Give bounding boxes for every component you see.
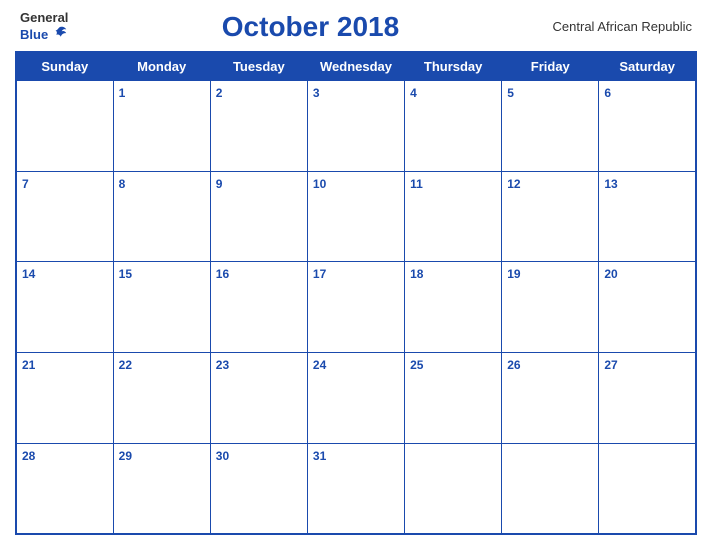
day-number: 19	[507, 267, 520, 281]
calendar-cell: 30	[210, 443, 307, 534]
calendar-cell: 7	[16, 171, 113, 262]
calendar-cell: 1	[113, 81, 210, 172]
calendar-cell: 17	[307, 262, 404, 353]
day-number: 24	[313, 358, 326, 372]
day-number: 16	[216, 267, 229, 281]
day-number: 7	[22, 177, 29, 191]
country-label: Central African Republic	[553, 19, 692, 34]
calendar-cell: 18	[405, 262, 502, 353]
calendar-header: General Blue October 2018 Central Africa…	[15, 10, 697, 43]
calendar-cell: 3	[307, 81, 404, 172]
logo-bird-icon	[50, 25, 68, 43]
calendar-week-row: 1 2 3 4 5 6	[16, 81, 696, 172]
header-thursday: Thursday	[405, 52, 502, 81]
calendar-cell: 16	[210, 262, 307, 353]
day-number: 9	[216, 177, 223, 191]
header-sunday: Sunday	[16, 52, 113, 81]
day-number: 12	[507, 177, 520, 191]
calendar-week-row: 28 29 30 31	[16, 443, 696, 534]
calendar-cell: 5	[502, 81, 599, 172]
day-number: 20	[604, 267, 617, 281]
day-number: 1	[119, 86, 126, 100]
day-number: 30	[216, 449, 229, 463]
calendar-container: General Blue October 2018 Central Africa…	[0, 0, 712, 550]
calendar-cell: 31	[307, 443, 404, 534]
day-number: 17	[313, 267, 326, 281]
header-wednesday: Wednesday	[307, 52, 404, 81]
calendar-cell	[405, 443, 502, 534]
day-number: 21	[22, 358, 35, 372]
month-title: October 2018	[68, 11, 552, 43]
day-number: 5	[507, 86, 514, 100]
calendar-cell	[502, 443, 599, 534]
calendar-table: Sunday Monday Tuesday Wednesday Thursday…	[15, 51, 697, 535]
day-number: 29	[119, 449, 132, 463]
day-number: 14	[22, 267, 35, 281]
calendar-cell: 25	[405, 353, 502, 444]
calendar-cell: 20	[599, 262, 696, 353]
header-monday: Monday	[113, 52, 210, 81]
calendar-cell: 28	[16, 443, 113, 534]
header-saturday: Saturday	[599, 52, 696, 81]
header-tuesday: Tuesday	[210, 52, 307, 81]
logo-blue-text: Blue	[20, 25, 68, 43]
calendar-cell: 19	[502, 262, 599, 353]
calendar-cell: 8	[113, 171, 210, 262]
weekday-header-row: Sunday Monday Tuesday Wednesday Thursday…	[16, 52, 696, 81]
day-number: 25	[410, 358, 423, 372]
calendar-cell: 15	[113, 262, 210, 353]
calendar-week-row: 14 15 16 17 18 19 20	[16, 262, 696, 353]
calendar-week-row: 7 8 9 10 11 12 13	[16, 171, 696, 262]
day-number: 8	[119, 177, 126, 191]
day-number: 27	[604, 358, 617, 372]
calendar-cell: 27	[599, 353, 696, 444]
day-number: 15	[119, 267, 132, 281]
calendar-cell: 29	[113, 443, 210, 534]
day-number: 11	[410, 177, 423, 191]
calendar-cell: 11	[405, 171, 502, 262]
calendar-cell: 23	[210, 353, 307, 444]
calendar-cell: 9	[210, 171, 307, 262]
calendar-cell: 4	[405, 81, 502, 172]
day-number: 2	[216, 86, 223, 100]
calendar-cell	[16, 81, 113, 172]
day-number: 13	[604, 177, 617, 191]
day-number: 31	[313, 449, 326, 463]
logo: General Blue	[20, 10, 68, 43]
day-number: 26	[507, 358, 520, 372]
calendar-cell: 14	[16, 262, 113, 353]
day-number: 3	[313, 86, 320, 100]
calendar-week-row: 21 22 23 24 25 26 27	[16, 353, 696, 444]
header-friday: Friday	[502, 52, 599, 81]
calendar-cell	[599, 443, 696, 534]
day-number: 28	[22, 449, 35, 463]
calendar-cell: 13	[599, 171, 696, 262]
calendar-cell: 6	[599, 81, 696, 172]
calendar-cell: 22	[113, 353, 210, 444]
calendar-cell: 12	[502, 171, 599, 262]
day-number: 18	[410, 267, 423, 281]
calendar-cell: 2	[210, 81, 307, 172]
day-number: 6	[604, 86, 611, 100]
logo-general-text: General	[20, 10, 68, 25]
calendar-cell: 24	[307, 353, 404, 444]
day-number: 22	[119, 358, 132, 372]
day-number: 4	[410, 86, 417, 100]
calendar-cell: 21	[16, 353, 113, 444]
day-number: 23	[216, 358, 229, 372]
calendar-cell: 26	[502, 353, 599, 444]
day-number: 10	[313, 177, 326, 191]
calendar-cell: 10	[307, 171, 404, 262]
